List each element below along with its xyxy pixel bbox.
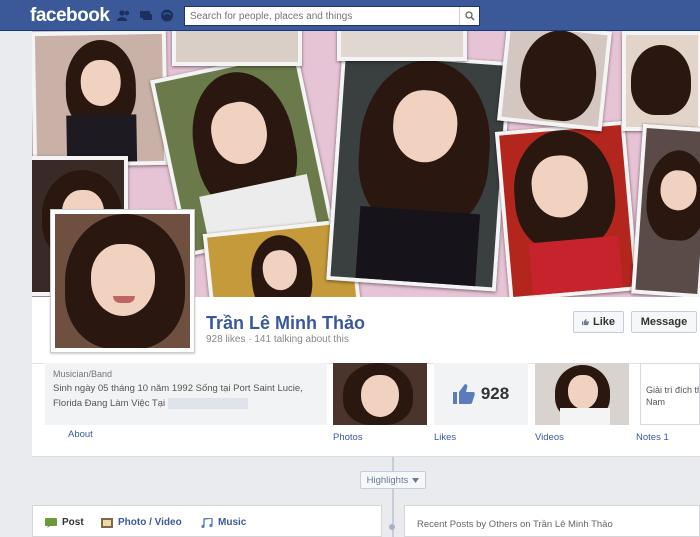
- like-button-label: Like: [592, 316, 615, 328]
- note-preview: Giải trí đích th: [646, 385, 700, 395]
- message-button-label: Message: [640, 316, 688, 328]
- search-box: [184, 6, 480, 26]
- recent-posts-title[interactable]: Recent Posts by Others on Trần Lê Minh T…: [417, 519, 613, 530]
- cover-collage-photo: [494, 120, 640, 297]
- composer-music-tab[interactable]: Music: [201, 517, 246, 528]
- redacted-block: [167, 397, 248, 409]
- cover-collage-photo: [326, 50, 512, 292]
- search-input[interactable]: [185, 7, 455, 25]
- note-preview: Nam: [646, 397, 666, 407]
- tab-photos[interactable]: Photos: [333, 432, 363, 443]
- likes-tile[interactable]: 928: [434, 363, 528, 425]
- tab-about[interactable]: About: [68, 429, 93, 440]
- highlights-label: Highlights: [366, 474, 409, 486]
- about-text: Sinh ngày 05 tháng 10 năm 1992 Sống tại …: [53, 381, 323, 411]
- tab-notes-label: Notes: [636, 432, 661, 443]
- photo-icon: [101, 517, 113, 528]
- about-line: Florida Đang Làm Việc Tại: [53, 398, 166, 409]
- facebook-logo[interactable]: facebook: [30, 5, 110, 27]
- photos-tile[interactable]: [333, 363, 427, 425]
- chevron-down-icon: [412, 477, 420, 483]
- composer-post-label: Post: [62, 517, 84, 528]
- notifications-icon[interactable]: [160, 9, 174, 22]
- friend-requests-icon[interactable]: [117, 9, 131, 22]
- post-icon: [45, 517, 57, 528]
- notes-tile[interactable]: Giải trí đích th Nam: [640, 363, 700, 425]
- thumbs-up-icon: [452, 384, 475, 404]
- highlights-dropdown[interactable]: Highlights: [360, 471, 426, 489]
- tab-likes[interactable]: Likes: [434, 432, 456, 443]
- composer-music-label: Music: [218, 517, 247, 528]
- tab-videos[interactable]: Videos: [535, 432, 564, 443]
- likes-count: 928: [480, 384, 510, 403]
- top-bar: facebook: [0, 0, 700, 31]
- composer-photo-label: Photo / Video: [118, 517, 182, 528]
- about-line: Sinh ngày 05 tháng 10 năm 1992 Sống tại …: [53, 383, 303, 394]
- composer-post-tab[interactable]: Post: [45, 517, 84, 528]
- messages-icon[interactable]: [139, 9, 153, 22]
- search-icon: [464, 11, 475, 21]
- cover-collage-photo: [337, 31, 467, 61]
- cover-collage-photo: [622, 31, 700, 131]
- notes-count: 1: [663, 432, 669, 443]
- videos-tile[interactable]: [535, 363, 629, 425]
- profile-photo: [55, 214, 190, 348]
- thumbs-up-icon: [582, 318, 589, 326]
- tab-notes[interactable]: Notes 1: [636, 432, 669, 443]
- like-button[interactable]: Like: [573, 311, 624, 333]
- timeline-dot: [389, 524, 395, 530]
- music-icon: [201, 517, 213, 528]
- cover-collage-photo: [32, 31, 169, 168]
- message-button[interactable]: Message: [631, 311, 697, 333]
- page-stats: 928 likes · 141 talking about this: [206, 334, 349, 345]
- composer-photo-tab[interactable]: Photo / Video: [101, 517, 182, 528]
- cover-collage-photo: [497, 31, 612, 132]
- profile-picture[interactable]: [50, 209, 195, 353]
- page-title[interactable]: Trần Lê Minh Thảo: [206, 313, 365, 334]
- search-button[interactable]: [459, 7, 479, 25]
- cover-collage-photo: [631, 123, 700, 297]
- page-category: Musician/Band: [53, 369, 113, 379]
- cover-collage-photo: [172, 31, 302, 66]
